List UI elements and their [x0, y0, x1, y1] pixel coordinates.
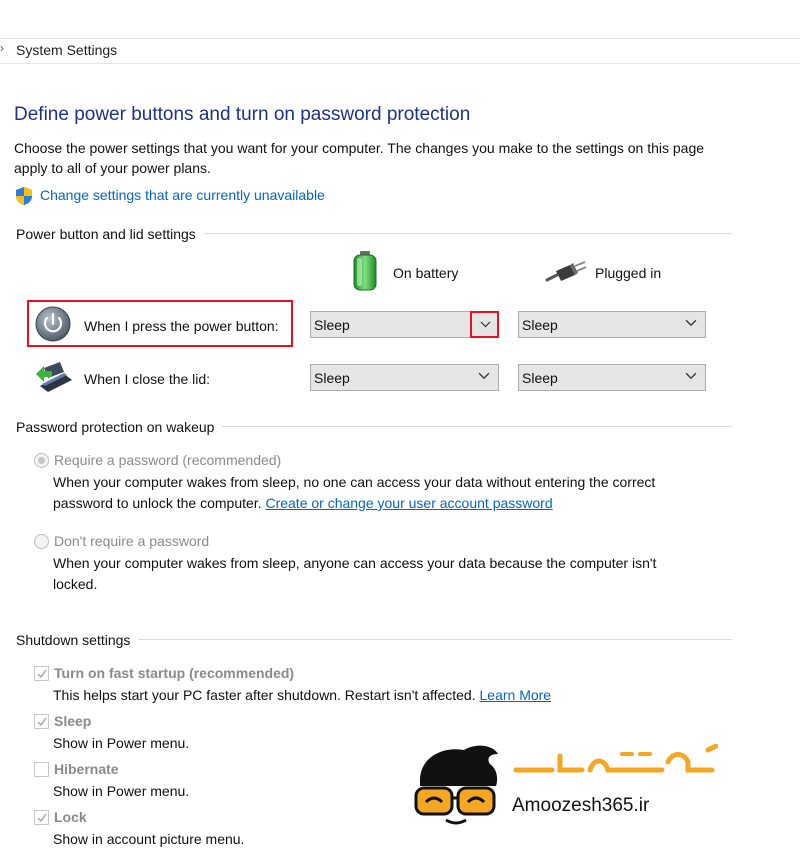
fast-startup-checkbox[interactable] [34, 666, 49, 681]
chevron-down-icon [685, 319, 697, 327]
checkmark-icon [37, 813, 47, 823]
amoozesh-logo-face-icon [414, 745, 498, 825]
require-password-radio[interactable] [34, 453, 49, 468]
column-plugged-in: Plugged in [595, 265, 662, 281]
dont-require-password-description: When your computer wakes from sleep, any… [53, 553, 753, 595]
battery-icon [353, 251, 377, 291]
amoozesh-site-url: Amoozesh365.ir [512, 795, 650, 816]
highlight-box-dropdown-arrow[interactable] [470, 311, 499, 338]
checkmark-icon [37, 669, 47, 679]
address-bar[interactable] [0, 39, 800, 63]
chevron-down-icon [685, 372, 697, 380]
description-line: When your computer wakes from sleep, any… [53, 555, 657, 571]
lid-row-label: When I close the lid: [84, 371, 211, 387]
hibernate-description: Show in Power menu. [53, 783, 190, 799]
lid-plugged-in-select[interactable]: Sleep [518, 364, 706, 391]
change-password-link[interactable]: Create or change your user account passw… [265, 495, 552, 511]
require-password-description: When your computer wakes from sleep, no … [53, 472, 753, 514]
description-text: This helps start your PC faster after sh… [53, 687, 476, 703]
select-value: Sleep [314, 317, 350, 333]
description-line: password to unlock the computer. Create … [53, 493, 753, 514]
select-value: Sleep [314, 370, 350, 386]
chevron-down-icon [478, 372, 490, 380]
change-unavailable-settings-link[interactable]: Change settings that are currently unava… [40, 187, 325, 203]
description-text: password to unlock the computer. [53, 495, 262, 511]
sleep-label[interactable]: Sleep [54, 713, 91, 729]
description-line: When your computer wakes from sleep, no … [53, 474, 656, 490]
require-password-label[interactable]: Require a password (recommended) [54, 452, 281, 468]
description-line: locked. [53, 576, 98, 592]
chevron-down-icon[interactable] [480, 319, 491, 330]
lock-label[interactable]: Lock [54, 809, 87, 825]
sleep-checkbox[interactable] [34, 714, 49, 729]
amoozesh-logo-lettering-icon [513, 743, 719, 773]
power-button-plugged-in-select[interactable]: Sleep [518, 311, 706, 338]
breadcrumb-chevron-icon[interactable]: › [0, 41, 4, 55]
address-bar-bottom-border [0, 63, 800, 64]
select-value: Sleep [522, 370, 558, 386]
amoozesh-logo-text [512, 743, 719, 784]
power-button-icon [35, 306, 71, 342]
select-value: Sleep [522, 317, 558, 333]
checkmark-icon [37, 717, 47, 727]
dont-require-password-radio[interactable] [34, 534, 49, 549]
power-plug-icon [545, 261, 587, 282]
lid-on-battery-select[interactable]: Sleep [310, 364, 499, 391]
column-on-battery: On battery [393, 265, 459, 281]
fast-startup-label[interactable]: Turn on fast startup (recommended) [54, 665, 294, 681]
uac-shield-icon [16, 187, 32, 205]
fast-startup-description: This helps start your PC faster after sh… [53, 685, 753, 706]
hibernate-label[interactable]: Hibernate [54, 761, 119, 777]
power-section-heading: Power button and lid settings [16, 226, 204, 242]
page-title: Define power buttons and turn on passwor… [14, 104, 471, 125]
sleep-description: Show in Power menu. [53, 735, 190, 751]
breadcrumb-system-settings[interactable]: System Settings [16, 42, 117, 58]
page-description: Choose the power settings that you want … [14, 140, 705, 176]
hibernate-checkbox[interactable] [34, 762, 49, 777]
shutdown-section-heading: Shutdown settings [16, 632, 139, 648]
lock-checkbox[interactable] [34, 810, 49, 825]
dont-require-password-label[interactable]: Don't require a password [54, 533, 209, 549]
laptop-lid-icon [36, 362, 72, 392]
lock-description: Show in account picture menu. [53, 831, 245, 847]
password-section-heading: Password protection on wakeup [16, 419, 223, 435]
power-button-row-label: When I press the power button: [84, 318, 279, 334]
learn-more-link[interactable]: Learn More [480, 687, 552, 703]
